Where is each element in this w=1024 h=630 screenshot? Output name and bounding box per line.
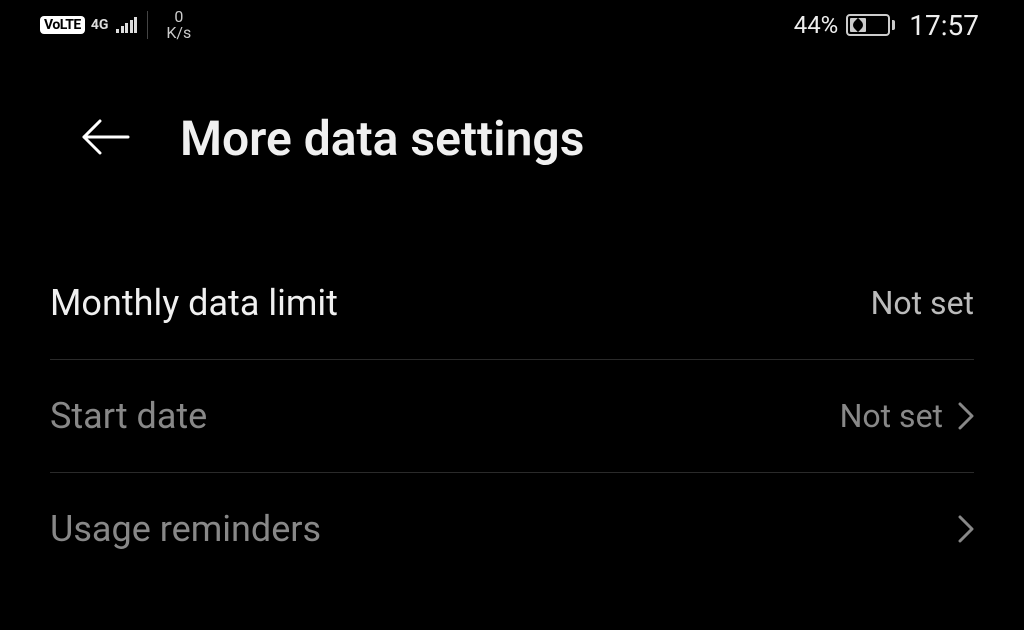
status-right: 44% 17:57 (794, 9, 979, 42)
page-header: More data settings (0, 50, 1024, 207)
item-label: Monthly data limit (50, 282, 338, 324)
volte-badge: VoLTE (40, 16, 85, 34)
chevron-right-icon (958, 402, 974, 430)
settings-item-monthly-data-limit[interactable]: Monthly data limit Not set (50, 247, 974, 360)
status-left: VoLTE 4G 0 K/s (40, 9, 191, 41)
settings-item-start-date[interactable]: Start date Not set (50, 360, 974, 473)
battery-percent: 44% (794, 11, 839, 39)
signal-bars-icon (116, 17, 137, 33)
item-value: Not set (871, 284, 974, 322)
item-value: Not set (840, 397, 943, 435)
settings-list: Monthly data limit Not set Start date No… (0, 207, 1024, 585)
network-indicator: 4G (91, 18, 109, 32)
network-type-label: 4G (91, 18, 109, 32)
chevron-right-icon (958, 515, 974, 543)
item-value-wrap: Not set (840, 397, 974, 435)
status-bar: VoLTE 4G 0 K/s 44% 17:57 (0, 0, 1024, 50)
item-label: Usage reminders (50, 508, 321, 550)
back-button[interactable] (80, 117, 130, 161)
item-value-wrap: Not set (871, 284, 974, 322)
item-value-wrap (943, 515, 974, 543)
speed-unit: K/s (166, 25, 191, 41)
status-divider (147, 11, 148, 39)
eco-leaf-icon (851, 18, 865, 32)
arrow-left-icon (80, 117, 130, 157)
item-label: Start date (50, 395, 207, 437)
data-speed-indicator: 0 K/s (166, 9, 191, 41)
page-title: More data settings (180, 110, 584, 167)
settings-item-usage-reminders[interactable]: Usage reminders (50, 473, 974, 585)
battery-icon (846, 14, 895, 36)
clock: 17:57 (909, 9, 979, 42)
